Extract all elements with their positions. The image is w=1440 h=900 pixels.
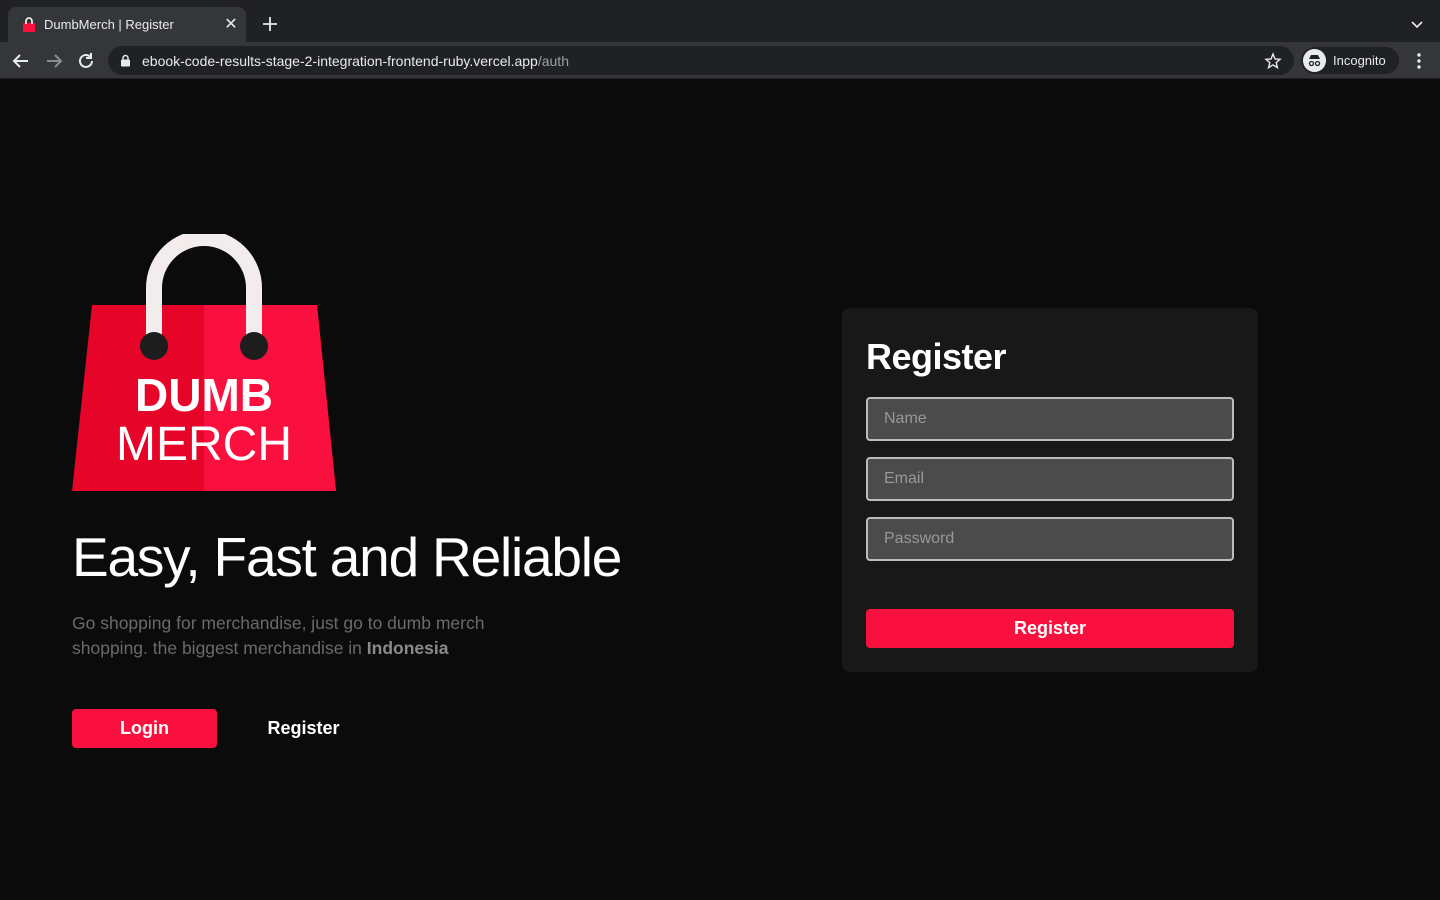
- tab-title: DumbMerch | Register: [44, 17, 174, 32]
- bookmark-star-icon[interactable]: [1264, 52, 1282, 70]
- hero-headline: Easy, Fast and Reliable: [72, 526, 622, 588]
- dumbmerch-favicon-icon: [23, 17, 35, 32]
- browser-tab-strip: DumbMerch | Register ✕: [0, 0, 1440, 42]
- back-arrow-icon[interactable]: [10, 50, 32, 72]
- forward-arrow-icon[interactable]: [43, 50, 65, 72]
- new-tab-icon[interactable]: [260, 14, 280, 34]
- reload-icon[interactable]: [75, 50, 97, 72]
- address-bar[interactable]: ebook-code-results-stage-2-integration-f…: [108, 46, 1294, 75]
- name-input[interactable]: [866, 397, 1234, 441]
- lock-icon[interactable]: [120, 54, 131, 67]
- register-card: Register Register: [842, 308, 1258, 672]
- browser-tab[interactable]: DumbMerch | Register ✕: [8, 7, 246, 42]
- register-tab-button[interactable]: Register: [246, 709, 361, 748]
- hero-description: Go shopping for merchandise, just go to …: [72, 611, 532, 661]
- register-title: Register: [866, 336, 1007, 377]
- login-button[interactable]: Login: [72, 709, 217, 748]
- close-tab-icon[interactable]: ✕: [222, 16, 240, 34]
- dumbmerch-logo: DUMB MERCH: [72, 234, 336, 491]
- incognito-icon: [1303, 49, 1326, 72]
- hero-description-country: Indonesia: [366, 638, 449, 658]
- url-path: /auth: [537, 53, 569, 69]
- logo-line-merch: MERCH: [116, 418, 292, 471]
- logo-line-dumb: DUMB: [135, 369, 273, 421]
- incognito-profile-button[interactable]: Incognito: [1301, 47, 1399, 74]
- password-input[interactable]: [866, 517, 1234, 561]
- url-text: ebook-code-results-stage-2-integration-f…: [142, 53, 569, 69]
- url-host: ebook-code-results-stage-2-integration-f…: [142, 53, 538, 69]
- register-submit-button[interactable]: Register: [866, 609, 1234, 648]
- tab-search-chevron-icon[interactable]: [1408, 16, 1426, 34]
- auth-page: DUMB MERCH Easy, Fast and Reliable Go sh…: [0, 79, 1440, 900]
- browser-toolbar: ebook-code-results-stage-2-integration-f…: [0, 42, 1440, 79]
- incognito-label: Incognito: [1333, 53, 1386, 68]
- email-input[interactable]: [866, 457, 1234, 501]
- browser-menu-icon[interactable]: [1410, 51, 1428, 71]
